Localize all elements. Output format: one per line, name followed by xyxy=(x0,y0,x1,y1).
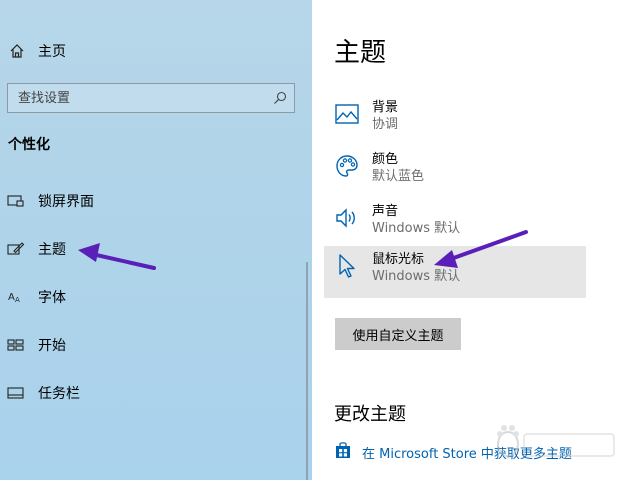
sidebar-item-lock-screen[interactable]: 锁屏界面 xyxy=(6,186,298,216)
palette-icon xyxy=(334,153,360,179)
svg-text:A: A xyxy=(8,292,15,303)
picture-icon xyxy=(334,101,360,127)
setting-color[interactable]: 颜色 默认蓝色 xyxy=(324,146,586,192)
lock-screen-icon xyxy=(6,191,26,211)
speaker-icon xyxy=(334,205,360,231)
setting-sound[interactable]: 声音 Windows 默认 xyxy=(324,198,586,244)
setting-name: 声音 xyxy=(372,204,399,219)
section-title: 个性化 xyxy=(8,137,50,153)
sidebar-item-label: 字体 xyxy=(38,290,66,306)
setting-name: 颜色 xyxy=(372,152,399,167)
setting-value: 默认蓝色 xyxy=(372,169,425,184)
sidebar: 主页 个性化 锁屏界面 主题 AA 字体 开始 任务栏 xyxy=(0,0,312,480)
sidebar-item-home[interactable]: 主页 xyxy=(8,38,298,64)
sidebar-item-label: 任务栏 xyxy=(38,386,80,402)
sidebar-item-label: 主页 xyxy=(38,44,66,60)
sidebar-item-font[interactable]: AA 字体 xyxy=(6,282,298,312)
setting-mouse-cursor[interactable]: 鼠标光标 Windows 默认 xyxy=(324,246,586,298)
taskbar-icon xyxy=(6,383,26,403)
watermark-logo xyxy=(497,425,615,457)
page-title: 主题 xyxy=(334,38,387,68)
setting-value: 协调 xyxy=(372,117,399,132)
setting-value: Windows 默认 xyxy=(372,221,461,236)
search-icon[interactable] xyxy=(266,84,294,112)
sidebar-item-taskbar[interactable]: 任务栏 xyxy=(6,378,298,408)
sidebar-item-label: 开始 xyxy=(38,338,66,354)
search-box xyxy=(7,83,295,113)
store-bag-icon xyxy=(334,441,352,463)
setting-name: 背景 xyxy=(372,100,399,115)
sidebar-item-start[interactable]: 开始 xyxy=(6,330,298,360)
start-icon xyxy=(6,335,26,355)
change-theme-heading: 更改主题 xyxy=(334,404,406,425)
svg-text:A: A xyxy=(15,296,20,304)
sidebar-scrollbar[interactable] xyxy=(306,262,308,480)
font-icon: AA xyxy=(6,287,26,307)
sidebar-item-label: 主题 xyxy=(38,242,66,258)
main-panel: 主题 背景 协调 颜色 默认蓝色 声音 Windows 默认 鼠标光标 Wind… xyxy=(312,0,640,480)
setting-background[interactable]: 背景 协调 xyxy=(324,94,586,140)
sidebar-item-label: 锁屏界面 xyxy=(38,194,94,210)
theme-brush-icon xyxy=(6,239,26,259)
setting-value: Windows 默认 xyxy=(372,269,461,284)
cursor-icon xyxy=(334,253,360,279)
home-icon xyxy=(8,42,26,60)
search-input[interactable] xyxy=(8,84,266,112)
sidebar-item-theme[interactable]: 主题 xyxy=(6,234,298,264)
setting-name: 鼠标光标 xyxy=(372,252,425,267)
use-custom-theme-button[interactable]: 使用自定义主题 xyxy=(335,318,461,350)
